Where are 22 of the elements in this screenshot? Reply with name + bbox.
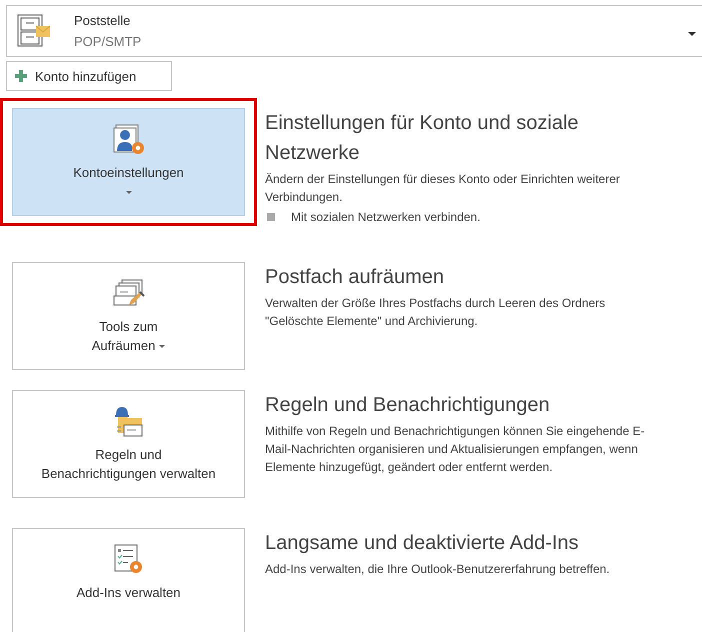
- bullet-icon: [267, 213, 275, 221]
- section-description: Add-Ins verwalten, die Ihre Outlook-Benutzererfahrung betreffen.: [265, 561, 611, 578]
- tile-button[interactable]: Tools zum Aufräumen: [12, 262, 245, 370]
- tile-button[interactable]: Kontoeinstellungen: [12, 108, 245, 216]
- section-description: Mithilfe von Regeln und Benachrichtigungen können Sie eingehende E-Mail-Nachrichten organisieren und Aktualisierungen empfangen, wenn Elemente hinzugefügt, geändert oder entfernt werden.: [265, 423, 646, 476]
- section-title: Regeln und Benachrichtigungen: [265, 393, 551, 418]
- tile-button[interactable]: Regeln und Benachrichtigungen verwalten: [12, 390, 245, 498]
- section-description: Ändern der Einstellungen für dieses Konto oder Einrichten weiterer Verbindungen.: [265, 171, 621, 206]
- section-description: Verwalten der Größe Ihres Postfachs durch Leeren des Ordners "Gelöschte Elemente" und Archivierung.: [265, 295, 606, 330]
- caret-icon: [688, 32, 696, 36]
- plus-icon: [15, 70, 27, 82]
- social-link[interactable]: Mit sozialen Netzwerken verbinden.: [291, 210, 480, 224]
- tile-button[interactable]: Add-Ins verwalten: [12, 528, 245, 632]
- section-title: Postfach aufräumen: [265, 265, 445, 290]
- cabinet-envelope-icon: [16, 14, 52, 48]
- add-account-button[interactable]: Konto hinzufügen: [6, 61, 172, 91]
- person-gear-icon: [112, 123, 146, 155]
- account-name: Poststelle: [74, 13, 132, 28]
- section-title: Langsame und deaktivierte Add-Ins: [265, 531, 580, 556]
- section-title: Einstellungen für Konto und soziale Netzwerke: [265, 111, 580, 166]
- account-type: POP/SMTP: [74, 34, 142, 49]
- account-selector[interactable]: Poststelle POP/SMTP: [6, 5, 702, 57]
